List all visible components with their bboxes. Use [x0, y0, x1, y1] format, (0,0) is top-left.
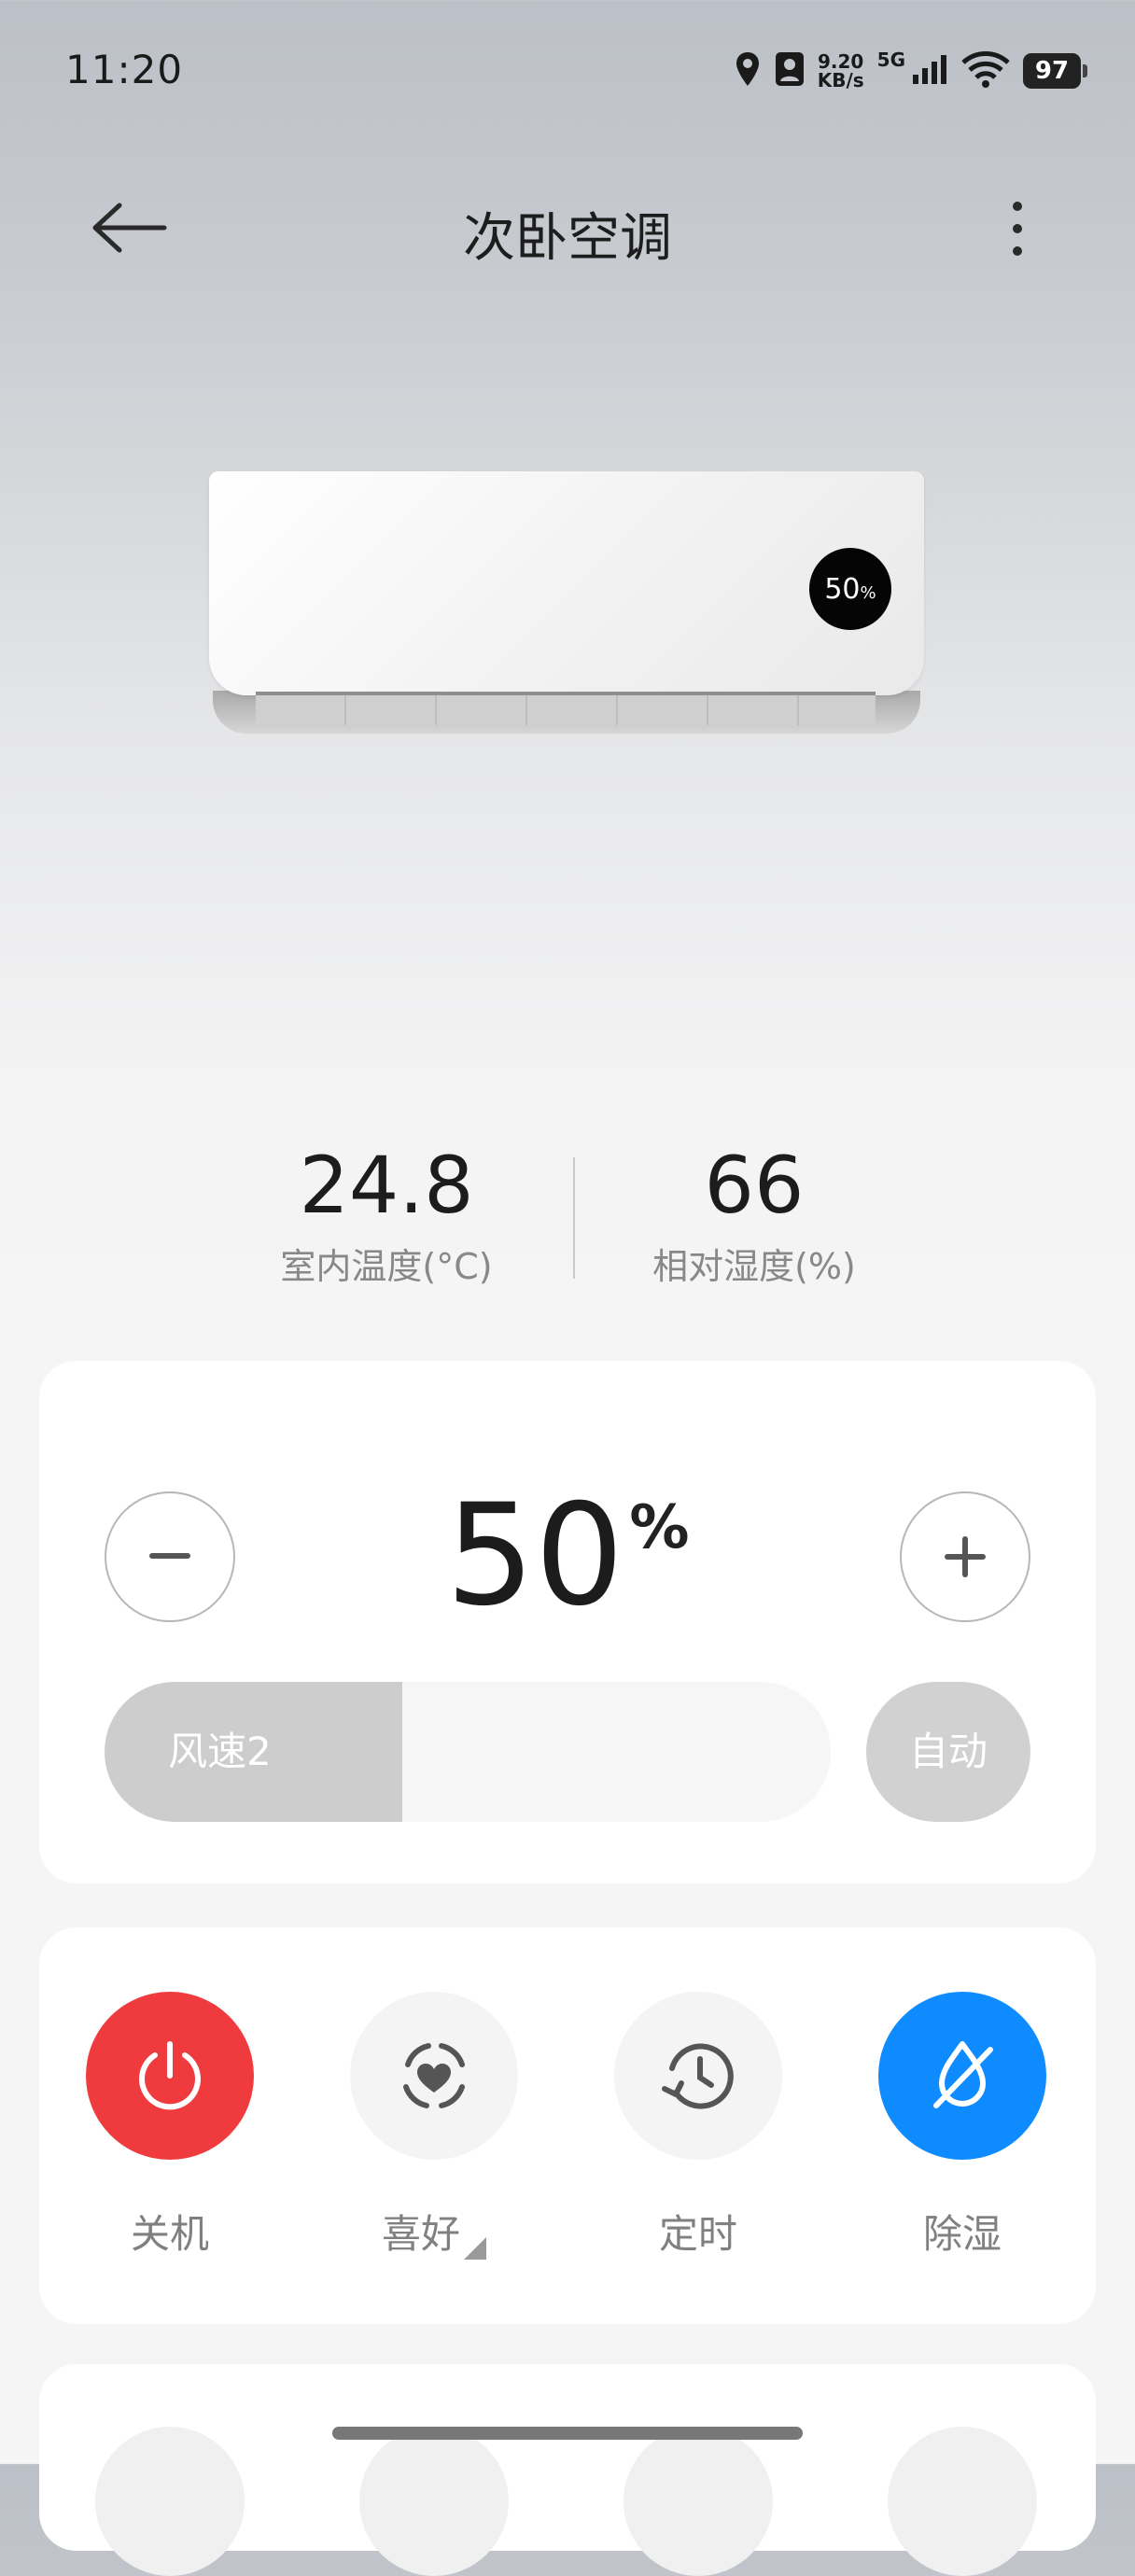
relative-humidity-label: 相对湿度(%) [652, 1246, 856, 1287]
indoor-temperature: 24.8 室内温度(°C) [200, 1139, 573, 1289]
favorite-button[interactable] [350, 1992, 518, 2160]
timer-button[interactable] [614, 1992, 782, 2160]
function-button-partial[interactable] [95, 2427, 245, 2576]
timer-icon [662, 2043, 734, 2109]
ac-unit-image: 50% [209, 471, 924, 738]
heart-icon [403, 2043, 465, 2108]
net-speed: 9.20 KB/s [818, 52, 864, 90]
increase-button[interactable] [900, 1491, 1030, 1622]
dehumidify-button[interactable] [878, 1992, 1046, 2160]
net-speed-value: 9.20 [818, 50, 864, 73]
function-button-partial[interactable] [359, 2427, 509, 2576]
ac-display-value: 50 [824, 572, 861, 606]
favorite-label-text: 喜好 [381, 2211, 460, 2257]
decrease-button[interactable] [105, 1491, 235, 1622]
page-title: 次卧空调 [463, 208, 672, 269]
power-icon [139, 2041, 201, 2110]
more-button[interactable] [999, 196, 1036, 261]
signal-icon [911, 52, 948, 90]
more-vertical-icon [1013, 202, 1022, 256]
status-time: 11:20 [65, 47, 184, 92]
net-speed-unit: KB/s [817, 69, 864, 91]
indoor-temperature-value: 24.8 [299, 1140, 474, 1231]
dehumidify-label: 除湿 [922, 2211, 1002, 2257]
wifi-icon [961, 50, 1010, 91]
function-button-partial[interactable] [888, 2427, 1037, 2576]
target-humidity-unit: % [629, 1493, 690, 1562]
power-label: 关机 [130, 2211, 209, 2257]
relative-humidity: 66 相对湿度(%) [568, 1139, 941, 1289]
status-icons: 9.20 KB/s 5G 97 [734, 49, 1087, 93]
battery-icon: 97 [1023, 53, 1087, 89]
target-humidity-value: 50 [445, 1475, 624, 1637]
fan-speed-label: 风速2 [168, 1729, 272, 1774]
function-button-partial[interactable] [624, 2427, 773, 2576]
favorite-label: 喜好 [322, 2203, 546, 2260]
target-humidity: 50% [280, 1475, 855, 1637]
plus-icon [945, 1536, 986, 1577]
dropdown-corner-icon [464, 2237, 486, 2260]
contact-card-icon [775, 50, 805, 91]
relative-humidity-value: 66 [704, 1140, 805, 1231]
ac-display-unit: % [860, 582, 876, 603]
location-icon [734, 50, 762, 91]
dehumidify-icon [933, 2041, 993, 2108]
auto-button[interactable]: 自动 [866, 1682, 1030, 1822]
indoor-temperature-label: 室内温度(°C) [280, 1246, 493, 1287]
ac-display: 50% [809, 548, 891, 630]
power-button[interactable] [86, 1992, 254, 2160]
fan-speed-slider[interactable]: 风速2 [105, 1682, 831, 1822]
timer-label: 定时 [658, 2211, 737, 2257]
network-type: 5G [876, 49, 905, 71]
home-indicator[interactable] [332, 2427, 803, 2440]
minus-icon [149, 1553, 190, 1559]
